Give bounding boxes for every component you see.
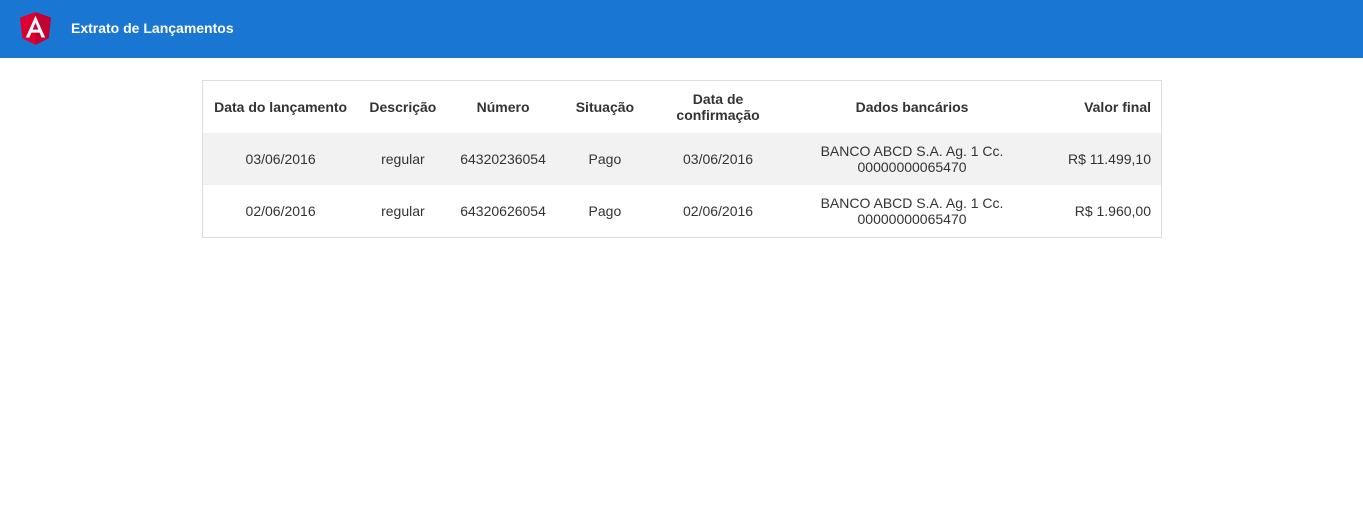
column-header-valor-final: Valor final [1084, 99, 1151, 115]
cell-data-lancamento: 03/06/2016 [245, 151, 316, 167]
column-header-descricao: Descrição [369, 99, 437, 115]
statement-table: Data do lançamento Descrição Número Situ… [203, 81, 1161, 237]
cell-data-lancamento: 02/06/2016 [245, 203, 316, 219]
column-header-numero: Número [476, 99, 530, 115]
table-row: 03/06/2016 regular 64320236054 Pago 03/0… [203, 133, 1161, 185]
cell-numero: 64320236054 [460, 151, 546, 167]
cell-situacao: Pago [588, 203, 622, 219]
table-row: 02/06/2016 regular 64320626054 Pago 02/0… [203, 185, 1161, 237]
cell-valor-final: R$ 1.960,00 [1074, 203, 1151, 219]
column-header-data-lancamento: Data do lançamento [214, 99, 348, 115]
cell-numero: 64320626054 [460, 203, 546, 219]
statement-table-container: Data do lançamento Descrição Número Situ… [202, 80, 1162, 238]
cell-descricao: regular [381, 203, 425, 219]
cell-valor-final: R$ 11.499,10 [1067, 151, 1151, 167]
column-header-dados-bancarios: Dados bancários [855, 99, 969, 115]
cell-dados-bancarios: BANCO ABCD S.A. Ag. 1 Cc. 00000000065470 [820, 195, 1004, 227]
column-header-data-confirmacao: Data de confirmação [676, 91, 760, 123]
angular-logo-icon [20, 12, 51, 45]
app-toolbar: Extrato de Lançamentos [0, 0, 1363, 58]
cell-data-confirmacao: 03/06/2016 [683, 151, 754, 167]
cell-dados-bancarios: BANCO ABCD S.A. Ag. 1 Cc. 00000000065470 [820, 143, 1004, 175]
cell-situacao: Pago [588, 151, 622, 167]
table-header-row: Data do lançamento Descrição Número Situ… [203, 81, 1161, 133]
app-title: Extrato de Lançamentos [71, 20, 234, 36]
column-header-situacao: Situação [575, 99, 635, 115]
cell-descricao: regular [381, 151, 425, 167]
cell-data-confirmacao: 02/06/2016 [683, 203, 754, 219]
